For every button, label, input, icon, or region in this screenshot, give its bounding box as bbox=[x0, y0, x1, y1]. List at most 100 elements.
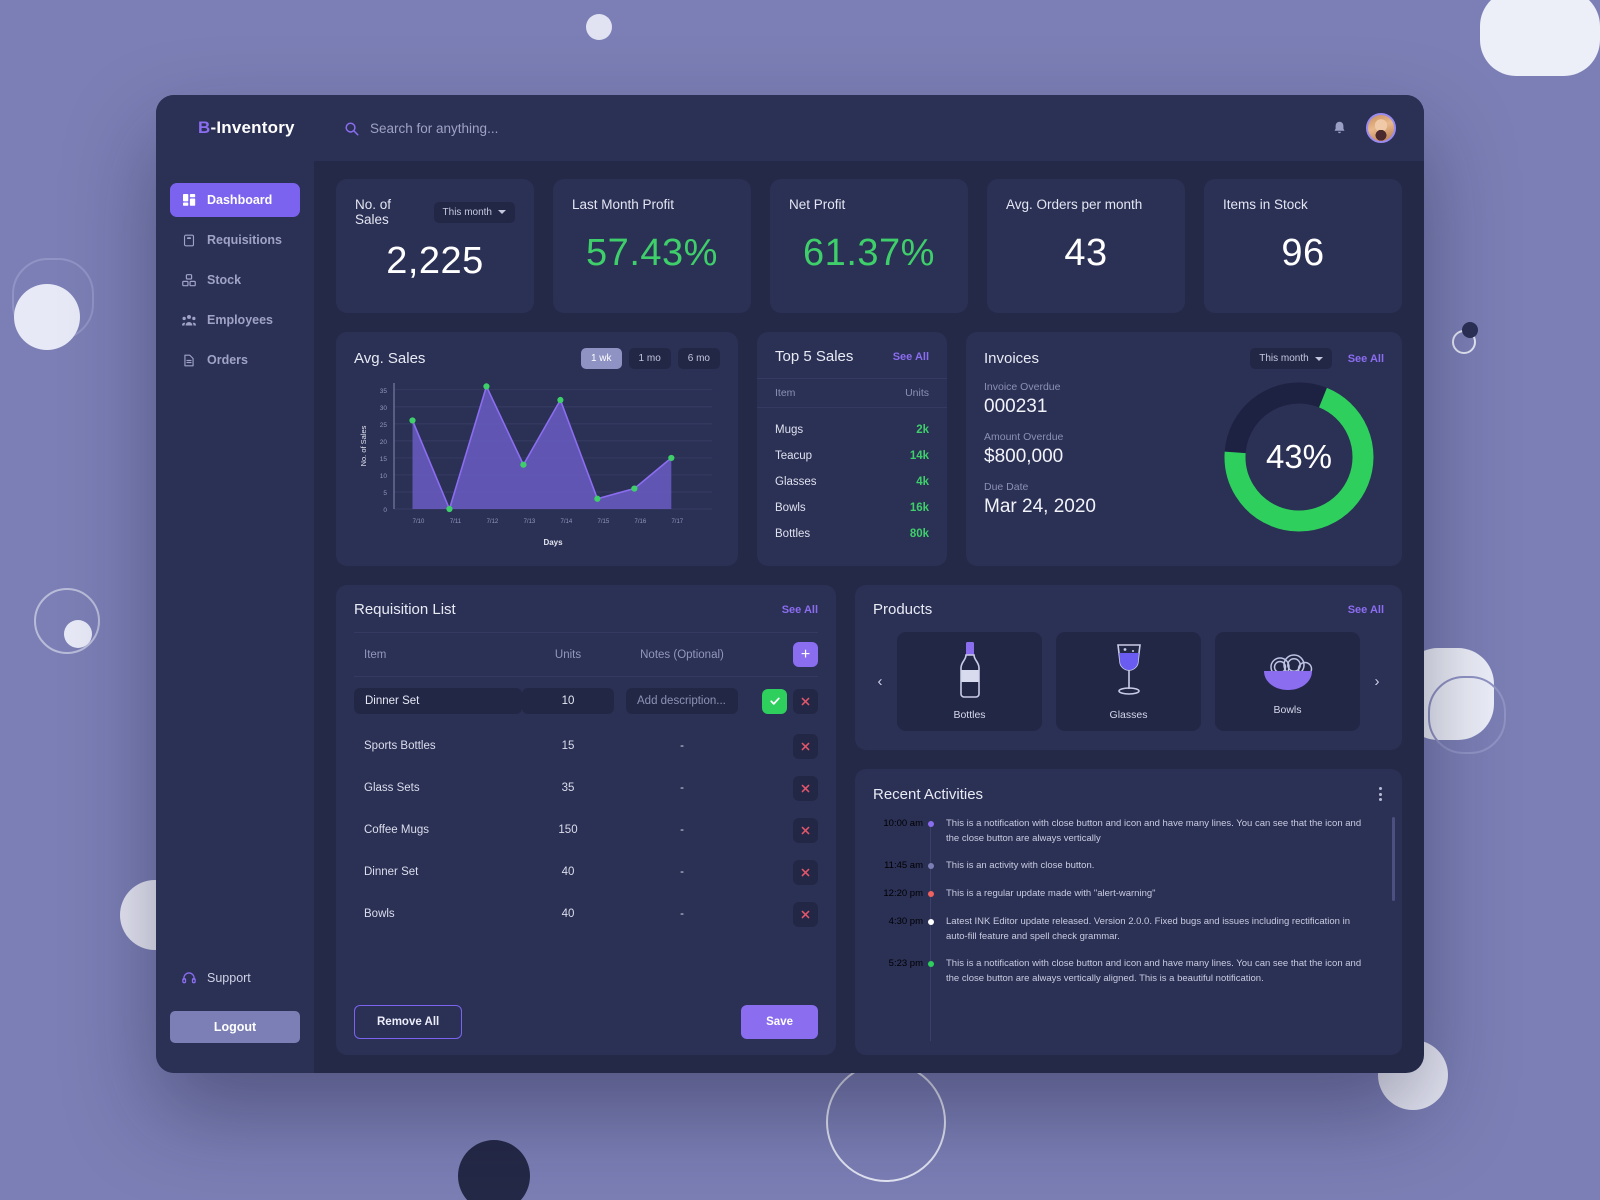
headset-icon bbox=[182, 971, 196, 985]
requisition-notes: - bbox=[680, 740, 684, 752]
range-button-6mo[interactable]: 6 mo bbox=[677, 348, 720, 369]
delete-requisition-button[interactable] bbox=[793, 733, 818, 759]
kpi-period-label: This month bbox=[442, 206, 492, 218]
requisition-item: Bowls bbox=[364, 908, 395, 920]
deco-rounded-square bbox=[14, 284, 80, 350]
activities-scrollbar-thumb[interactable] bbox=[1392, 817, 1395, 901]
field-value: $800,000 bbox=[984, 446, 1064, 467]
status-dot bbox=[927, 961, 934, 968]
table-row: Bowls 40 - bbox=[354, 893, 818, 935]
deco-rounded-square bbox=[1480, 0, 1600, 76]
card-title: Recent Activities bbox=[873, 785, 984, 803]
carousel-prev-icon[interactable]: ‹ bbox=[873, 673, 887, 690]
deco-circle bbox=[64, 620, 92, 648]
card-title: Avg. Sales bbox=[354, 350, 426, 367]
sidebar-item-employees[interactable]: Employees bbox=[170, 303, 300, 337]
delete-requisition-button[interactable] bbox=[793, 817, 818, 843]
requisition-item-input[interactable] bbox=[354, 688, 522, 714]
range-button-1mo[interactable]: 1 mo bbox=[628, 348, 671, 369]
save-button[interactable]: Save bbox=[741, 1005, 818, 1039]
deco-circle-ring bbox=[826, 1062, 946, 1182]
delete-requisition-button[interactable] bbox=[793, 688, 818, 714]
search-bar[interactable] bbox=[344, 120, 1331, 136]
product-card-bottles[interactable]: Bottles bbox=[897, 631, 1042, 731]
item-name: Glasses bbox=[775, 476, 817, 488]
kpi-period-filter[interactable]: This month bbox=[433, 201, 515, 223]
remove-all-button[interactable]: Remove All bbox=[354, 1005, 463, 1039]
requisition-rows: Sports Bottles 15 - Glass Sets 35 - bbox=[354, 677, 818, 935]
item-name: Teacup bbox=[775, 450, 813, 462]
see-all-link[interactable]: See All bbox=[1348, 604, 1384, 616]
kpi-label: Avg. Orders per month bbox=[1006, 197, 1143, 212]
field-label: Invoice Overdue bbox=[984, 381, 1061, 393]
user-avatar[interactable] bbox=[1366, 113, 1396, 143]
status-dot bbox=[927, 918, 934, 925]
sidebar-item-dashboard[interactable]: Dashboard bbox=[170, 183, 300, 217]
svg-text:10: 10 bbox=[380, 473, 388, 480]
item-name: Mugs bbox=[775, 424, 804, 436]
table-row: Dinner Set 40 - bbox=[354, 851, 818, 893]
svg-text:Days: Days bbox=[543, 538, 563, 547]
sidebar-item-stock[interactable]: Stock bbox=[170, 263, 300, 297]
list-item: 10:00 am This is a notification with clo… bbox=[873, 817, 1372, 846]
deco-circle-ring bbox=[34, 588, 100, 654]
svg-text:7/12: 7/12 bbox=[487, 519, 499, 525]
sidebar-item-support[interactable]: Support bbox=[156, 963, 314, 993]
kpi-value: 96 bbox=[1281, 232, 1325, 274]
product-card-glasses[interactable]: Glasses bbox=[1056, 631, 1201, 731]
range-button-1wk[interactable]: 1 wk bbox=[580, 348, 622, 369]
see-all-link[interactable]: See All bbox=[1348, 353, 1384, 365]
carousel-next-icon[interactable]: › bbox=[1370, 673, 1384, 690]
sidebar-item-orders[interactable]: Orders bbox=[170, 343, 300, 377]
item-units: 14k bbox=[909, 450, 929, 462]
field-label: Amount Overdue bbox=[984, 431, 1064, 443]
invoices-period-filter[interactable]: This month bbox=[1250, 348, 1332, 369]
kpi-value: 43 bbox=[1064, 232, 1108, 274]
avg-sales-card: Avg. Sales 1 wk 1 mo 6 mo 0 5 10 15 20 25 30 35… bbox=[336, 332, 738, 566]
search-input[interactable] bbox=[370, 120, 690, 136]
delete-requisition-button[interactable] bbox=[793, 901, 818, 927]
sidebar-item-requisitions[interactable]: Requisitions bbox=[170, 223, 300, 257]
svg-text:15: 15 bbox=[380, 456, 388, 463]
requisition-units-input[interactable] bbox=[522, 688, 614, 714]
table-row: Teacup 14k bbox=[775, 443, 929, 469]
deco-circle-dark bbox=[458, 1140, 530, 1200]
confirm-requisition-button[interactable] bbox=[762, 688, 787, 714]
add-requisition-button[interactable]: + bbox=[793, 642, 818, 667]
logo-letter: B bbox=[198, 118, 211, 137]
requisition-edit-row bbox=[354, 677, 818, 725]
card-title: Requisition List bbox=[354, 601, 456, 618]
item-units: 2k bbox=[916, 424, 929, 436]
see-all-link[interactable]: See All bbox=[893, 351, 929, 363]
top-5-rows: Mugs 2k Teacup 14k Glasses 4k Bowls 16k Bott… bbox=[757, 408, 947, 547]
field-label: Due Date bbox=[984, 481, 1029, 493]
bottle-icon bbox=[953, 640, 987, 705]
recent-activities-card: Recent Activities 10:00 am This is a not… bbox=[855, 769, 1402, 1055]
sidebar-item-label: Stock bbox=[207, 273, 242, 287]
status-dot bbox=[927, 863, 934, 870]
svg-text:7/17: 7/17 bbox=[671, 519, 683, 525]
card-title: Invoices bbox=[984, 350, 1040, 367]
svg-text:30: 30 bbox=[380, 405, 388, 412]
middle-row: Avg. Sales 1 wk 1 mo 6 mo 0 5 10 15 20 25 30 35… bbox=[336, 332, 1402, 566]
logout-button[interactable]: Logout bbox=[170, 1011, 300, 1043]
delete-requisition-button[interactable] bbox=[793, 859, 818, 885]
kpi-card-net-profit: Net Profit 61.37% bbox=[770, 179, 968, 313]
kpi-label: Last Month Profit bbox=[572, 197, 675, 212]
invoices-period-label: This month bbox=[1259, 353, 1309, 364]
see-all-link[interactable]: See All bbox=[782, 604, 818, 616]
requisition-notes-input[interactable] bbox=[626, 688, 738, 714]
main-content: No. of Sales This month 2,225 Last Month… bbox=[314, 161, 1424, 1073]
item-units: 4k bbox=[916, 476, 929, 488]
requisition-item: Sports Bottles bbox=[364, 740, 436, 752]
notification-bell-icon[interactable] bbox=[1331, 120, 1348, 137]
product-card-bowls[interactable]: Bowls bbox=[1215, 631, 1360, 731]
table-row: Bowls 16k bbox=[775, 495, 929, 521]
deco-circle-dark bbox=[1462, 322, 1478, 338]
wine-glass-icon bbox=[1107, 640, 1151, 705]
delete-requisition-button[interactable] bbox=[793, 775, 818, 801]
table-row: Glasses 4k bbox=[775, 469, 929, 495]
svg-text:5: 5 bbox=[383, 490, 387, 497]
more-options-icon[interactable] bbox=[1377, 785, 1384, 803]
sidebar-support-label: Support bbox=[207, 971, 251, 985]
